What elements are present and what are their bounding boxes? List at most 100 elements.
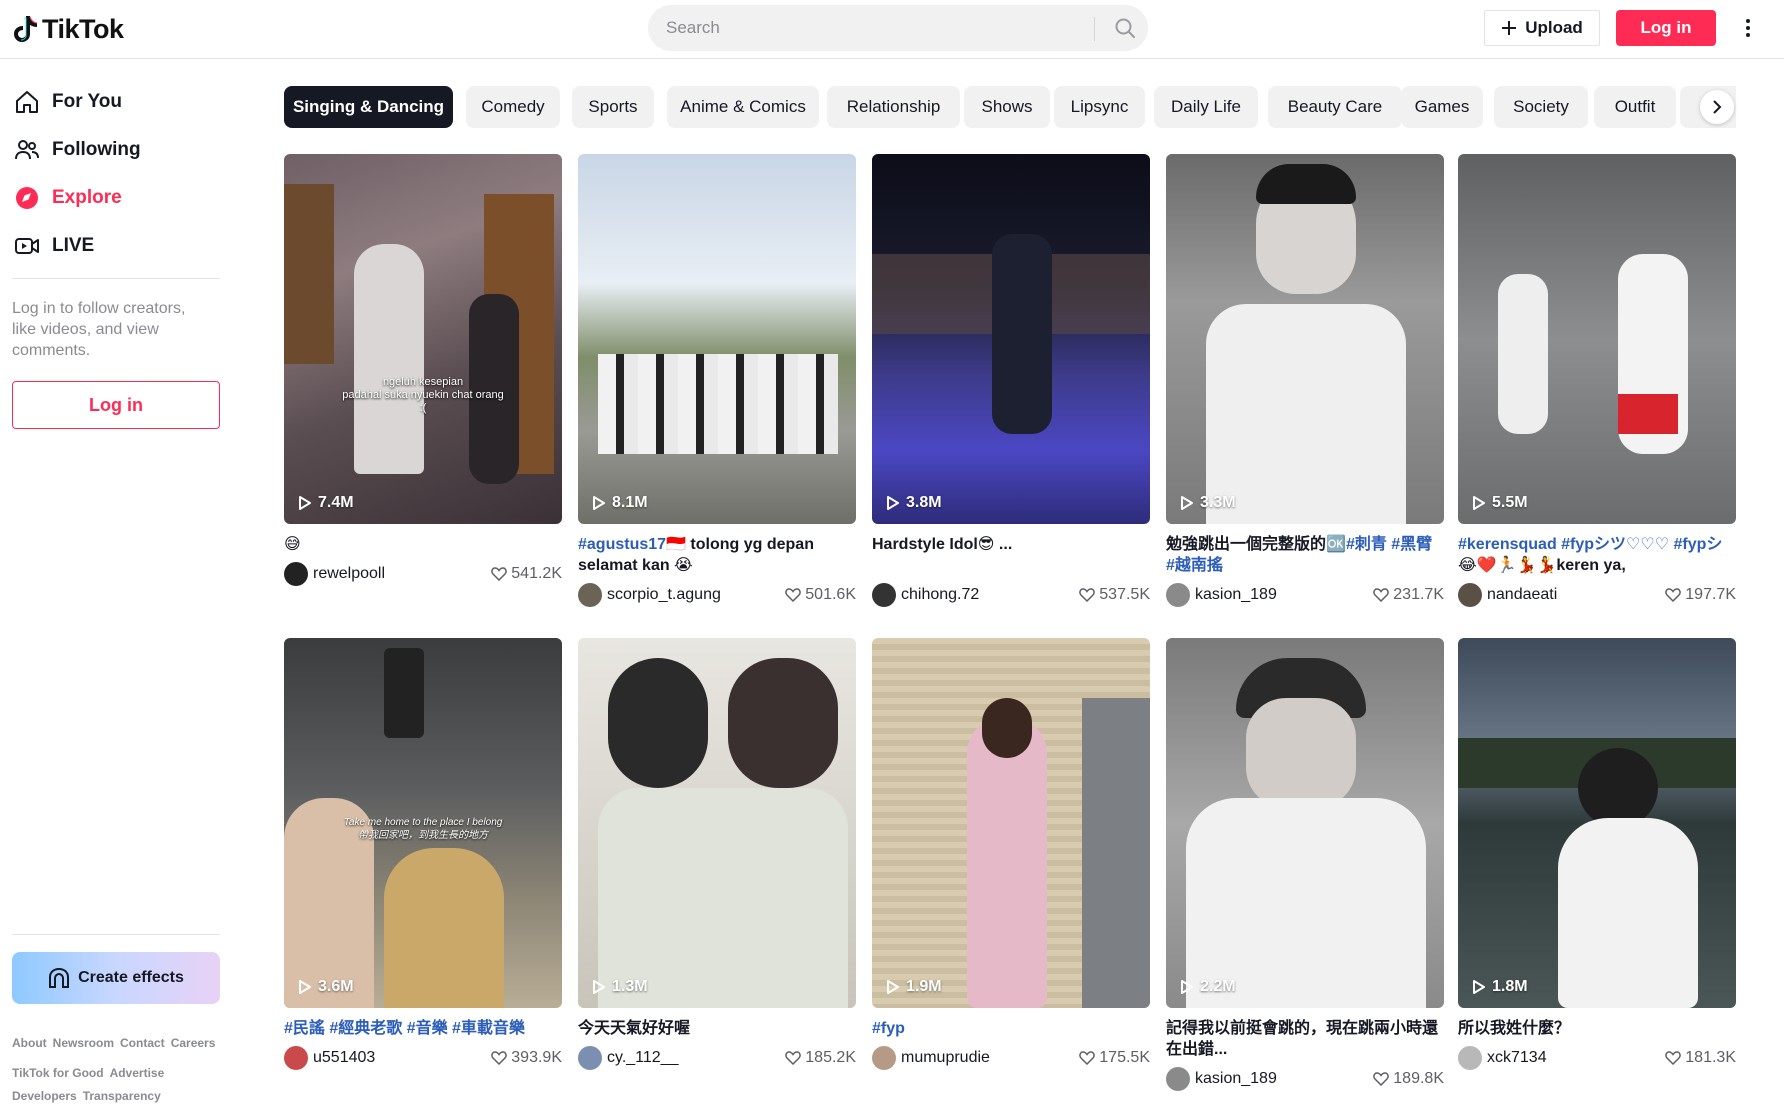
heart-icon — [1079, 1051, 1096, 1065]
avatar[interactable] — [872, 1046, 896, 1070]
video-thumbnail[interactable]: 3.8M — [872, 154, 1150, 524]
video-caption[interactable]: Hardstyle Idol😎 ... — [872, 534, 1150, 555]
like-count: 185.2K — [785, 1049, 856, 1067]
live-icon — [14, 233, 40, 259]
author-name[interactable]: chihong.72 — [901, 586, 1079, 604]
create-effects-button[interactable]: Create effects — [12, 952, 220, 1004]
more-options-icon[interactable] — [1738, 14, 1758, 42]
like-count-text: 197.7K — [1685, 586, 1736, 603]
video-caption[interactable]: #kerensquad #fypシツ♡♡♡ #fypシ 😂❤️🏃💃💃keren y… — [1458, 534, 1736, 576]
chip-beauty-care[interactable]: Beauty Care — [1268, 86, 1402, 128]
video-thumbnail[interactable]: 5.5M — [1458, 154, 1736, 524]
avatar[interactable] — [1166, 1067, 1190, 1091]
author-name[interactable]: rewelpooll — [313, 565, 491, 583]
video-caption[interactable]: 今天天氣好好喔 — [578, 1018, 856, 1039]
video-thumbnail[interactable]: 2.2M — [1166, 638, 1444, 1008]
author-name[interactable]: kasion_189 — [1195, 1070, 1373, 1088]
video-thumbnail[interactable]: 8.1M — [578, 154, 856, 524]
author-name[interactable]: cy._112__ — [607, 1049, 785, 1067]
heart-icon — [1079, 588, 1096, 602]
hashtag[interactable]: #fyp — [872, 1020, 905, 1037]
footer-link-about[interactable]: About — [12, 1036, 47, 1050]
chip-daily-life[interactable]: Daily Life — [1154, 86, 1258, 128]
video-thumbnail[interactable]: ngeluh kesepian padahal suka nyuekin cha… — [284, 154, 562, 524]
video-caption[interactable]: 所以我姓什麼？ — [1458, 1018, 1736, 1039]
search-button[interactable] — [1102, 5, 1148, 51]
avatar[interactable] — [1458, 583, 1482, 607]
login-prompt-text: Log in to follow creators, like videos, … — [12, 300, 186, 359]
avatar[interactable] — [872, 583, 896, 607]
video-caption[interactable]: 記得我以前挺會跳的，現在跳兩小時還在出錯... — [1166, 1018, 1444, 1060]
play-icon — [1473, 496, 1485, 510]
video-caption[interactable]: #agustus17🇮🇩 tolong yg depan selamat kan… — [578, 534, 856, 576]
author-name[interactable]: xck7134 — [1487, 1049, 1665, 1067]
upload-button[interactable]: Upload — [1484, 10, 1600, 46]
play-icon — [593, 980, 605, 994]
chip-singing-dancing[interactable]: Singing & Dancing — [284, 86, 453, 128]
heart-icon — [491, 567, 508, 581]
footer-link-tiktok-for-good[interactable]: TikTok for Good — [12, 1066, 104, 1080]
hashtag[interactable]: #agustus17 — [578, 536, 666, 553]
avatar[interactable] — [578, 1046, 602, 1070]
footer-link-newsroom[interactable]: Newsroom — [53, 1036, 114, 1050]
author-name[interactable]: scorpio_t.agung — [607, 586, 785, 604]
search-divider — [1094, 17, 1095, 41]
view-count-text: 1.3M — [612, 978, 648, 995]
footer-link-advertise[interactable]: Advertise — [110, 1066, 165, 1080]
sidebar-login-button[interactable]: Log in — [12, 381, 220, 429]
video-thumbnail[interactable]: Take me home to the place I belong 帶我回家吧… — [284, 638, 562, 1008]
hashtag[interactable]: #kerensquad #fypシツ♡♡♡ #fypシ — [1458, 536, 1722, 553]
header-login-button[interactable]: Log in — [1616, 10, 1716, 46]
like-count: 231.7K — [1373, 586, 1444, 604]
chip-anime-comics[interactable]: Anime & Comics — [667, 86, 819, 128]
video-caption[interactable]: 勉強跳出一個完整版的🆗#刺青 #黑臂 #越南搖 — [1166, 534, 1444, 576]
video-thumbnail[interactable]: 1.9M — [872, 638, 1150, 1008]
video-thumbnail[interactable]: 1.3M — [578, 638, 856, 1008]
view-count-text: 3.8M — [906, 494, 942, 511]
footer-link-transparency[interactable]: Transparency — [83, 1089, 161, 1103]
chip-society[interactable]: Society — [1494, 86, 1588, 128]
footer-link-careers[interactable]: Careers — [171, 1036, 216, 1050]
video-caption[interactable]: #fyp — [872, 1018, 1150, 1039]
avatar[interactable] — [1458, 1046, 1482, 1070]
search-input[interactable] — [666, 5, 1086, 51]
chip-relationship[interactable]: Relationship — [827, 86, 960, 128]
video-thumbnail[interactable]: 3.3M — [1166, 154, 1444, 524]
view-count-text: 1.8M — [1492, 978, 1528, 995]
hashtag[interactable]: #民謠 #經典老歌 #音樂 #車載音樂 — [284, 1020, 525, 1037]
heart-icon — [1665, 588, 1682, 602]
sidebar-divider — [12, 934, 220, 935]
avatar[interactable] — [284, 562, 308, 586]
top-header: TikTok Upload Log in — [0, 0, 1784, 59]
chip-outfit[interactable]: Outfit — [1594, 86, 1676, 128]
chips-next-button[interactable] — [1700, 90, 1734, 124]
heart-icon — [1665, 1051, 1682, 1065]
author-name[interactable]: u551403 — [313, 1049, 491, 1067]
video-thumbnail[interactable]: 1.8M — [1458, 638, 1736, 1008]
avatar[interactable] — [578, 583, 602, 607]
like-count-text: 541.2K — [511, 565, 562, 582]
sidebar-item-for-you[interactable]: For You — [14, 82, 122, 122]
chip-comedy[interactable]: Comedy — [466, 86, 560, 128]
chip-games[interactable]: Games — [1401, 86, 1483, 128]
sidebar-item-live[interactable]: LIVE — [14, 226, 94, 266]
author-name[interactable]: kasion_189 — [1195, 586, 1373, 604]
author-name[interactable]: mumuprudie — [901, 1049, 1079, 1067]
heart-icon — [1373, 588, 1390, 602]
play-icon — [299, 980, 311, 994]
author-name[interactable]: nandaeati — [1487, 586, 1665, 604]
chip-shows[interactable]: Shows — [964, 86, 1050, 128]
avatar[interactable] — [1166, 583, 1190, 607]
sidebar-item-explore[interactable]: Explore — [14, 178, 122, 218]
video-caption[interactable]: #民謠 #經典老歌 #音樂 #車載音樂 — [284, 1018, 562, 1039]
footer-link-developers[interactable]: Developers — [12, 1089, 77, 1103]
chip-lipsync[interactable]: Lipsync — [1054, 86, 1145, 128]
footer-link-contact[interactable]: Contact — [120, 1036, 165, 1050]
sidebar-item-label: Explore — [52, 187, 122, 208]
sidebar-item-following[interactable]: Following — [14, 130, 141, 170]
chip-sports[interactable]: Sports — [572, 86, 654, 128]
avatar[interactable] — [284, 1046, 308, 1070]
tiktok-logo[interactable]: TikTok — [12, 13, 124, 45]
like-count: 393.9K — [491, 1049, 562, 1067]
video-caption[interactable]: 😅 — [284, 534, 562, 555]
